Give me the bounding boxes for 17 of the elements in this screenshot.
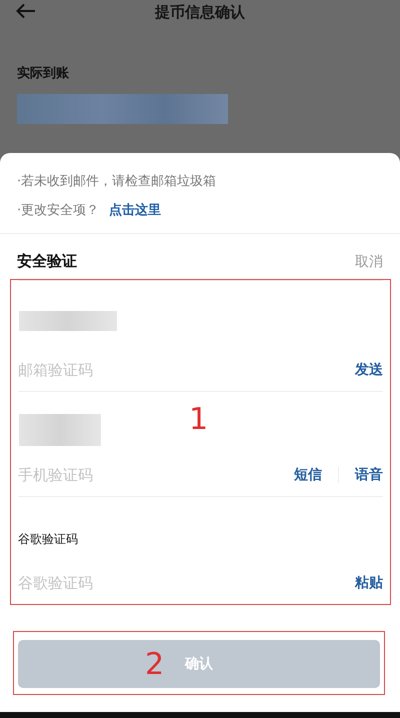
section-title: 安全验证 [17,252,77,271]
action-link[interactable]: 语音 [355,466,383,484]
page-title: 提币信息确认 [155,2,245,22]
note-text: ·更改安全项？ [17,202,100,220]
action-link[interactable]: 短信 [294,466,322,484]
annotation-number: 1 [189,405,208,435]
code-input-field[interactable]: 手机验证码 [18,466,294,484]
note-text: ·若未收到邮件，请检查邮箱垃圾箱 [17,173,216,191]
code-input-field[interactable]: 谷歌验证码 [18,574,355,592]
field-label: 谷歌验证码 [18,531,78,548]
annotation-number: 2 [145,650,164,680]
action-link[interactable]: 粘贴 [355,574,383,592]
action-link[interactable]: 发送 [355,361,383,380]
code-input-field[interactable]: 邮箱验证码 [18,361,355,380]
back-arrow-icon[interactable] [16,3,36,19]
amount-label: 实际到账 [17,64,69,82]
change-security-link[interactable]: 点击这里 [109,196,162,225]
